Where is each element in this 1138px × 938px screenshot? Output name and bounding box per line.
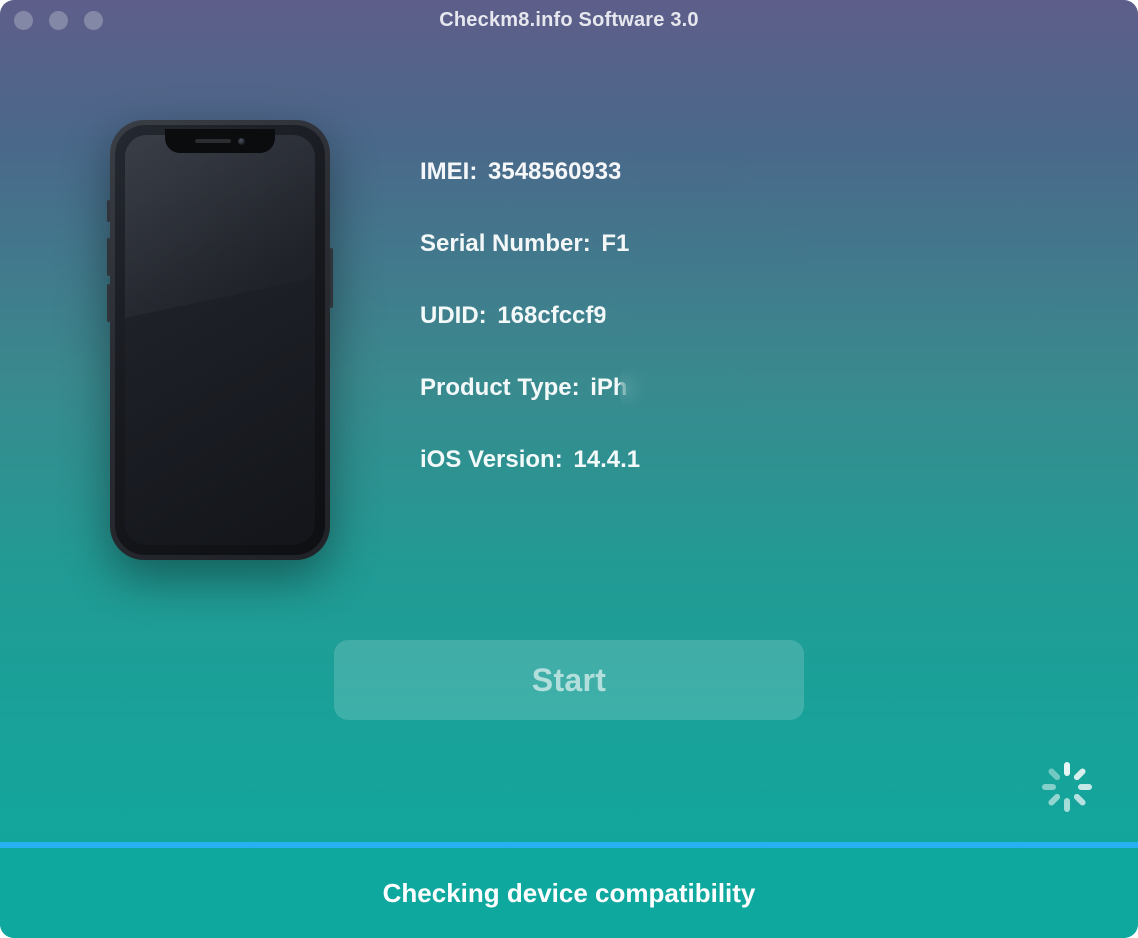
product-type-row: Product Type: iPh	[420, 374, 1078, 402]
maximize-button[interactable]	[84, 11, 103, 30]
minimize-button[interactable]	[49, 11, 68, 30]
status-bar: Checking device compatibility	[0, 848, 1138, 938]
serial-label: Serial Number:	[420, 230, 591, 257]
device-info-list: IMEI: 3548560933 Serial Number: F1 UDID:…	[420, 120, 1078, 474]
imei-label: IMEI:	[420, 158, 477, 185]
titlebar: Checkm8.info Software 3.0	[0, 0, 1138, 40]
serial-redaction	[630, 224, 810, 264]
udid-value: 168cfccf9	[497, 302, 606, 329]
product-redaction	[620, 368, 750, 408]
product-type-value: iPh	[590, 374, 627, 401]
phone-frame-icon	[110, 120, 330, 560]
loading-spinner-icon	[1042, 762, 1092, 812]
start-button[interactable]: Start	[334, 640, 804, 720]
window-controls	[14, 11, 103, 30]
serial-row: Serial Number: F1	[420, 230, 1078, 258]
status-message: Checking device compatibility	[383, 878, 756, 909]
udid-label: UDID:	[420, 302, 487, 329]
ios-version-label: iOS Version:	[420, 446, 563, 473]
content-area: IMEI: 3548560933 Serial Number: F1 UDID:…	[0, 40, 1138, 560]
product-type-label: Product Type:	[420, 374, 580, 401]
udid-redaction	[605, 296, 1055, 336]
imei-row: IMEI: 3548560933	[420, 158, 1078, 186]
imei-redaction	[620, 152, 750, 192]
window-title: Checkm8.info Software 3.0	[439, 9, 699, 32]
close-button[interactable]	[14, 11, 33, 30]
imei-value: 3548560933	[488, 158, 621, 185]
device-illustration	[110, 120, 330, 560]
app-window: Checkm8.info Software 3.0	[0, 0, 1138, 938]
ios-version-value: 14.4.1	[573, 446, 640, 473]
serial-value: F1	[601, 230, 629, 257]
start-button-label: Start	[532, 662, 606, 698]
udid-row: UDID: 168cfccf9	[420, 302, 1078, 330]
ios-version-row: iOS Version: 14.4.1	[420, 446, 1078, 474]
